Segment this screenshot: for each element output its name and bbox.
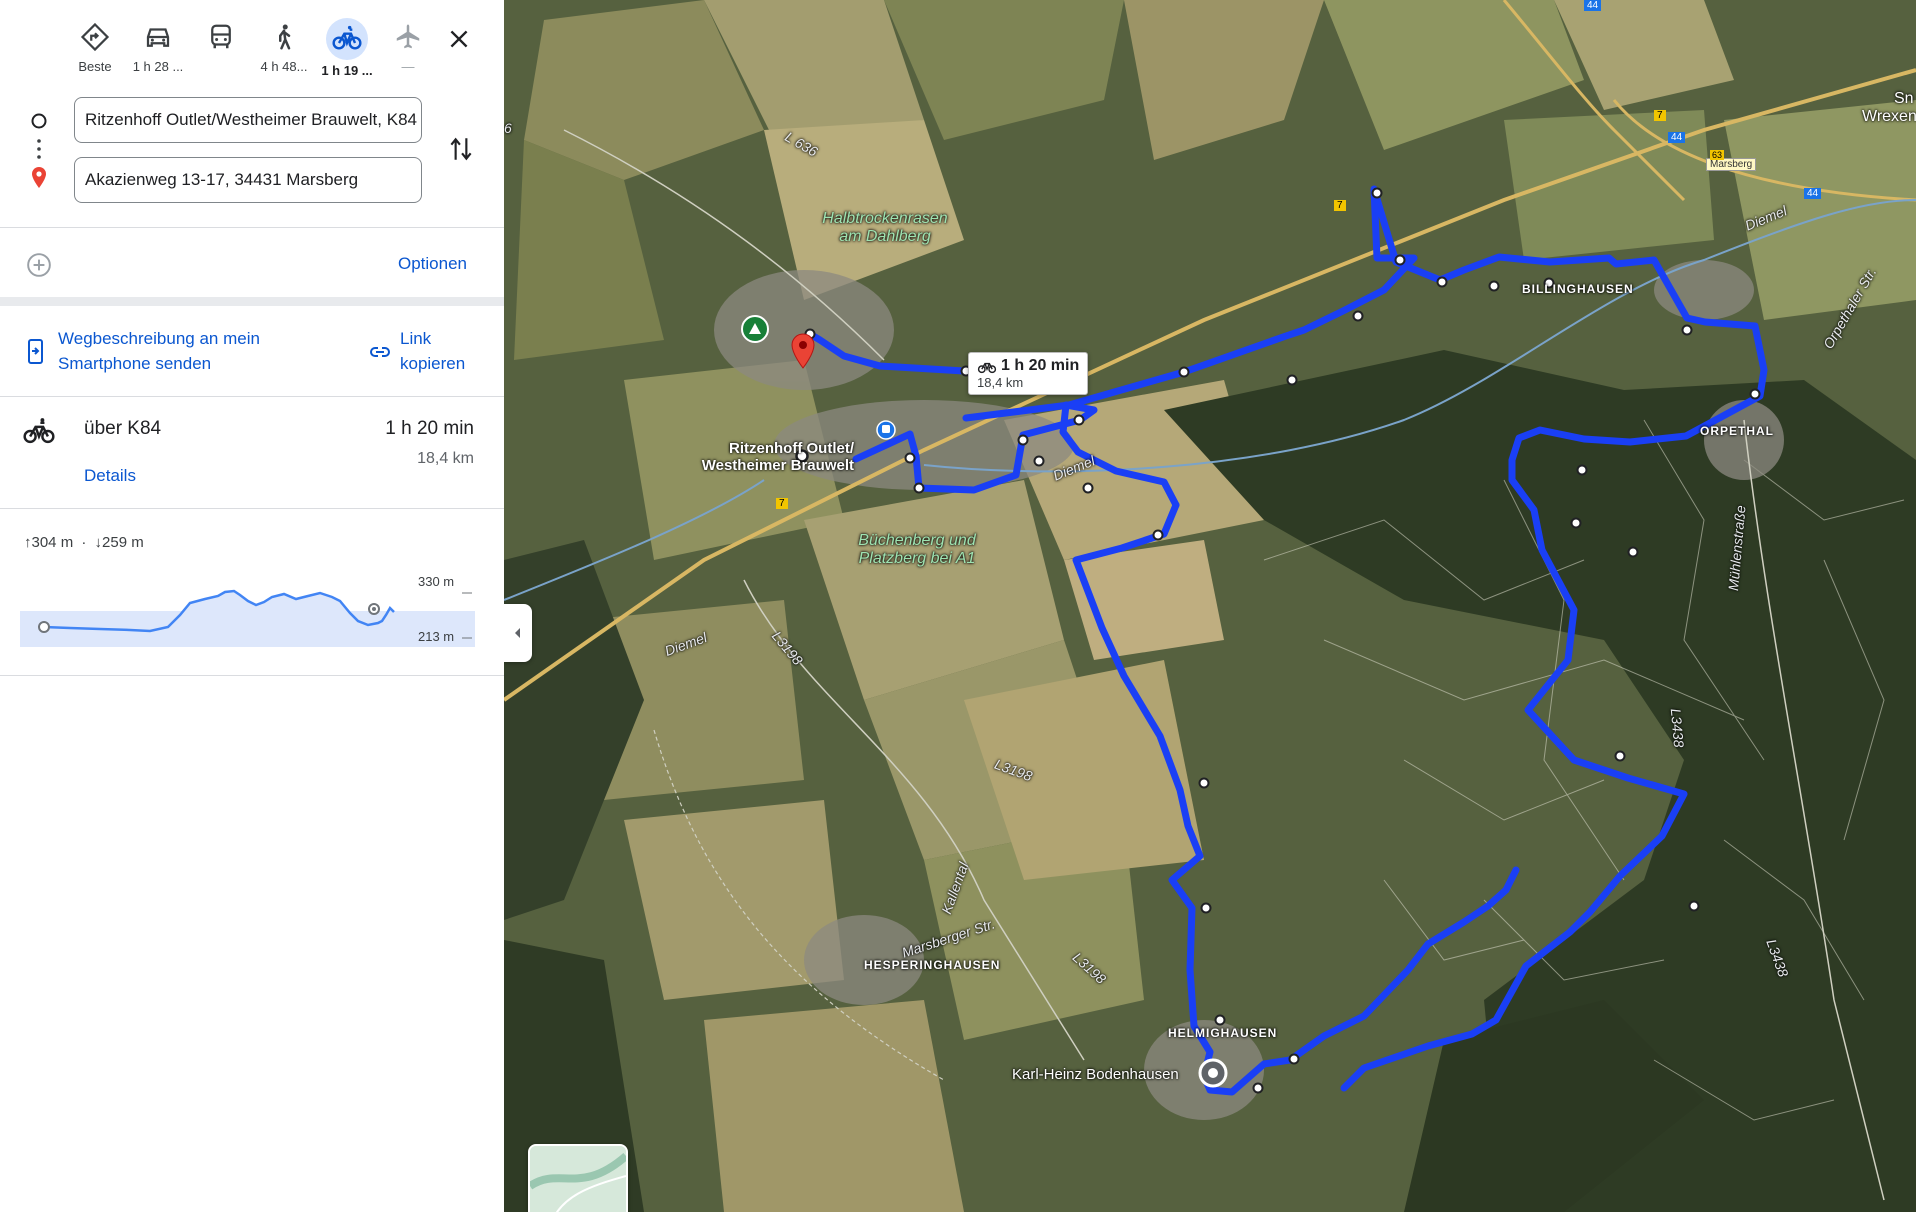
swap-icon	[450, 137, 472, 161]
bike-icon	[332, 25, 362, 50]
elevation-summary: ↑304 m · ↓259 m	[24, 534, 144, 551]
helmighausen-label: HELMIGHAUSEN	[1168, 1026, 1278, 1040]
park-poi-icon	[741, 315, 769, 343]
destination-input[interactable]: Akazienweg 13-17, 34431 Marsberg	[74, 157, 422, 203]
route-distance: 18,4 km	[417, 450, 474, 467]
elevation-profile-chart	[20, 589, 475, 647]
map-layer-thumbnail-icon	[530, 1146, 626, 1212]
callout-duration: 1 h 20 min	[1001, 357, 1080, 374]
route-via: über K84	[84, 418, 162, 439]
destination-place-label[interactable]: Karl-Heinz Bodenhausen	[1012, 1066, 1179, 1083]
options-button[interactable]: Optionen	[398, 254, 467, 274]
hesperinghausen-label: HESPERINGHAUSEN	[864, 958, 1001, 972]
nature-area-label: Büchenberg und Platzberg bei A1	[858, 532, 976, 567]
nature-area-label: Halbtrockenrasen am Dahlberg	[822, 210, 948, 245]
descent-arrow-icon: ↓	[94, 534, 103, 551]
link-icon	[370, 347, 390, 357]
swap-button[interactable]	[448, 134, 474, 169]
ascent-value: 304 m	[31, 534, 74, 551]
elevation-max-label: 330 m	[418, 574, 455, 589]
copy-link-button[interactable]: Link kopieren	[400, 326, 490, 376]
plane-icon	[396, 24, 420, 49]
route-duration: 1 h 20 min	[385, 418, 474, 439]
mode-best[interactable]: Beste	[60, 22, 130, 74]
elevation-min-label: 213 m	[418, 629, 455, 644]
link-icon-wrap	[368, 340, 392, 369]
divider	[0, 675, 504, 676]
car-icon	[146, 28, 170, 47]
route-waypoints	[804, 187, 1761, 1094]
close-icon	[450, 30, 468, 48]
road-label: L3438	[1667, 707, 1688, 749]
map-canvas[interactable]: 1 h 20 min 18,4 km Ritzenhoff Outlet/ We…	[504, 0, 1916, 1212]
bike-icon	[23, 418, 55, 444]
route-markers	[31, 113, 47, 188]
collapse-panel-button[interactable]	[504, 604, 532, 662]
walk-icon	[279, 24, 291, 50]
layers-toggle-button[interactable]	[528, 1144, 628, 1212]
highway-shield: 44	[1584, 0, 1602, 11]
road-shield: 7	[1334, 200, 1346, 211]
route-callout[interactable]: 1 h 20 min 18,4 km	[968, 352, 1089, 395]
exit-shield: 63	[1710, 150, 1725, 160]
origin-input[interactable]: Ritzenhoff Outlet/Westheimer Brauwelt, K…	[74, 97, 422, 143]
train-station-icon	[876, 420, 896, 440]
mode-label: 1 h 19 ...	[321, 63, 373, 78]
mode-label: Beste	[78, 59, 112, 74]
mode-bike[interactable]: 1 h 19 ...	[312, 18, 382, 78]
mode-walk[interactable]: 4 h 48...	[249, 22, 319, 74]
orpethal-label: ORPETHAL	[1700, 424, 1774, 438]
add-circle-icon	[27, 253, 51, 277]
chevron-left-icon	[515, 628, 520, 638]
section-divider	[0, 297, 504, 306]
send-to-phone-icon	[28, 339, 43, 364]
ascent-arrow-icon: ↑	[24, 534, 32, 551]
active-mode-highlight	[326, 18, 368, 60]
separator: ·	[81, 534, 87, 551]
wrexen-label: Wrexen	[1862, 108, 1916, 125]
origin-place-label[interactable]: Ritzenhoff Outlet/ Westheimer Brauwelt	[674, 440, 854, 474]
close-button[interactable]	[446, 26, 472, 57]
divider	[0, 396, 504, 397]
bike-icon-wrap	[22, 416, 56, 451]
route-icon	[80, 22, 110, 52]
divider	[0, 227, 504, 228]
destination-pin-icon	[791, 333, 815, 369]
highway-shield: 44	[1668, 132, 1686, 143]
send-to-phone-link[interactable]: Wegbeschreibung an mein Smartphone sende…	[58, 326, 318, 376]
billinghausen-label: BILLINGHAUSEN	[1522, 282, 1634, 296]
add-stop-button[interactable]	[26, 252, 52, 283]
bus-icon	[211, 24, 231, 49]
road-shield: 7	[1654, 110, 1666, 121]
road-shield: 7	[776, 498, 788, 509]
phone-send-icon-wrap	[24, 338, 48, 371]
bike-icon	[977, 362, 997, 374]
mode-label: 1 h 28 ...	[132, 59, 184, 74]
road-label: 6	[504, 120, 512, 136]
mode-transit[interactable]	[186, 22, 256, 59]
mode-label: —	[401, 59, 415, 74]
mode-car[interactable]: 1 h 28 ...	[123, 22, 193, 74]
directions-panel: Beste 1 h 28 ... 4 h 48... 1 h 19 ... — …	[0, 0, 504, 1212]
mode-flight[interactable]: —	[373, 22, 443, 74]
details-button[interactable]: Details	[84, 466, 136, 486]
town-label-partial: Sn	[1894, 90, 1914, 107]
descent-value: 259 m	[102, 534, 144, 551]
mode-label: 4 h 48...	[260, 59, 308, 74]
start-marker-icon	[1198, 1058, 1228, 1088]
highway-shield: 44	[1804, 188, 1822, 199]
divider	[0, 508, 504, 509]
callout-distance: 18,4 km	[977, 375, 1024, 390]
